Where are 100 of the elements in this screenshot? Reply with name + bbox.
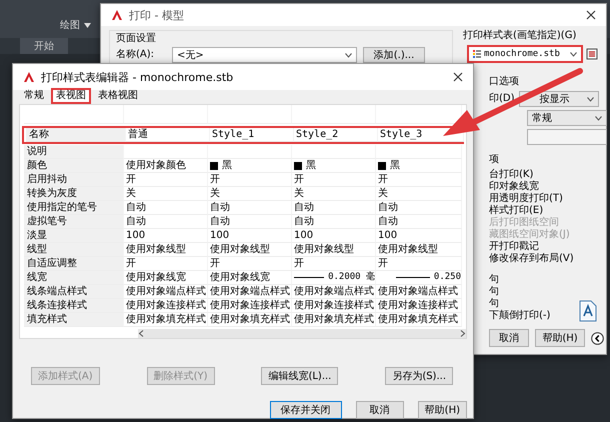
table-cell: 100 <box>124 229 208 243</box>
table-cell: 自动 <box>292 201 376 215</box>
table-cell: 开 <box>292 257 376 271</box>
option-label[interactable]: 印对象线宽 <box>489 181 607 193</box>
dialog-title: 打印 - 模型 <box>129 8 184 22</box>
option-label[interactable]: 修改保存到布局(V) <box>489 253 607 265</box>
column-header: Style_1 <box>210 128 294 142</box>
table-cell: 使用对象颜色 <box>124 159 208 173</box>
table-cell: 开 <box>376 257 462 271</box>
group-title: 项 <box>489 154 500 166</box>
footer-button[interactable]: 取消 <box>356 401 404 419</box>
row-label: 填充样式 <box>24 313 124 327</box>
table-cell: 使用对象线型 <box>292 243 376 257</box>
action-button[interactable]: 另存为(S)... <box>385 367 453 385</box>
row-label: 转换为灰度 <box>24 187 124 201</box>
group-title: 打印样式表(画笔指定)(G) <box>463 30 578 42</box>
table-cell: 使用对象填充样式 <box>376 313 462 327</box>
orientation-label[interactable]: 下颠倒打印(-) <box>489 310 550 322</box>
page-setup-dropdown[interactable]: <无> <box>172 47 357 63</box>
footer-button[interactable]: 保存并关闭 <box>270 401 342 419</box>
line-sample-icon <box>396 276 430 279</box>
table-cell: 开 <box>208 173 292 187</box>
table-cell: 使用对象连接样式 <box>208 299 292 313</box>
style-table-dropdown[interactable]: monochrome.stb <box>468 46 582 62</box>
row-label: 线型 <box>24 243 124 257</box>
table-cell: 使用对象填充样式 <box>124 313 208 327</box>
add-button[interactable]: 添加(.)... <box>363 47 425 63</box>
field-label: 名称(A): <box>116 49 156 61</box>
table-cell: 使用对象连接样式 <box>376 299 462 313</box>
collapse-icon[interactable] <box>591 332 604 344</box>
table-cell: 使用对象端点样式 <box>208 285 292 299</box>
caret-icon[interactable] <box>84 23 91 28</box>
document-icon <box>579 300 597 322</box>
table-cell: 使用对象端点样式 <box>124 285 208 299</box>
row-label: 线条端点样式 <box>24 285 124 299</box>
table-cell: 使用对象线型 <box>208 243 292 257</box>
dialog-button[interactable]: 取消 <box>489 329 529 347</box>
table-cell: 使用对象线宽 <box>124 271 208 285</box>
table-cell: 自动 <box>376 201 462 215</box>
row-label: 说明 <box>24 145 124 159</box>
table-cell: 开 <box>124 257 208 271</box>
close-icon[interactable] <box>586 10 596 20</box>
table-cell: 自动 <box>208 201 292 215</box>
cell-text: 0.250 <box>434 271 461 284</box>
close-icon[interactable] <box>453 72 463 82</box>
edit-table-icon[interactable] <box>586 48 598 60</box>
color-swatch-icon <box>294 162 302 170</box>
table-cell: 开 <box>292 173 376 187</box>
table-cell: 100 <box>292 229 376 243</box>
table-cell: 自动 <box>292 215 376 229</box>
group-title: 页面设置 <box>116 33 157 45</box>
scroll-left-icon[interactable] <box>138 330 144 337</box>
cell-text: 黑 <box>222 159 232 172</box>
table-cell: 使用对象填充样式 <box>292 313 376 327</box>
option-label[interactable]: 台打印(K) <box>489 169 607 181</box>
option-label[interactable]: 用透明度打印(T) <box>489 193 607 205</box>
scroll-right-icon[interactable] <box>460 330 466 337</box>
table-cell: 100 <box>376 229 462 243</box>
cell-text: 黑 <box>390 159 400 172</box>
ribbon-label[interactable]: 绘图 <box>60 18 80 32</box>
caret-icon <box>570 52 577 56</box>
dpi-field[interactable] <box>527 129 607 145</box>
color-swatch-icon <box>378 162 386 170</box>
table-cell: 开 <box>208 257 292 271</box>
dialog-title: 打印样式表编辑器 - monochrome.stb <box>41 70 234 84</box>
tab[interactable]: 表格视图 <box>93 88 143 104</box>
table-cell: 使用对象线型 <box>376 243 462 257</box>
file-tab[interactable]: 开始 <box>20 38 68 54</box>
caret-icon <box>595 116 602 120</box>
row-label: 淡显 <box>24 229 124 243</box>
table-cell: 使用对象线型 <box>124 243 208 257</box>
row-label: 使用指定的笔号 <box>24 201 124 215</box>
pen-table-icon <box>473 50 481 58</box>
action-button[interactable]: 编辑线宽(L)... <box>261 367 338 385</box>
tab[interactable]: 常规 <box>19 88 49 104</box>
table-cell: 使用对象端点样式 <box>376 285 462 299</box>
option-label[interactable]: 开打印戳记 <box>489 241 607 253</box>
table-cell: 自动 <box>376 215 462 229</box>
table-cell: 使用对象端点样式 <box>292 285 376 299</box>
tab[interactable]: 表视图 <box>51 88 91 104</box>
table-cell: 关 <box>208 187 292 201</box>
option-label[interactable]: 样式打印(E) <box>489 205 607 217</box>
footer-button[interactable]: 帮助(H) <box>418 401 467 419</box>
table-cell: 使用对象连接样式 <box>124 299 208 313</box>
horizontal-scrollbar[interactable] <box>138 329 466 338</box>
row-label: 线条连接样式 <box>24 299 124 313</box>
orientation-label[interactable]: 句 <box>489 286 550 298</box>
table-cell: 使用对象线宽 <box>208 271 292 285</box>
dialog-button[interactable]: 帮助(H) <box>535 329 585 347</box>
row-label: 线宽 <box>24 271 124 285</box>
table-cell: 自动 <box>124 215 208 229</box>
table-cell: 开 <box>124 173 208 187</box>
orientation-label[interactable]: 句 <box>489 274 550 286</box>
table-cell: 100 <box>208 229 292 243</box>
group-title: 口选项 <box>489 76 520 88</box>
orientation-label[interactable]: 句 <box>489 298 550 310</box>
column-header: 普通 <box>126 128 210 142</box>
table-cell: 开 <box>376 173 462 187</box>
table-cell: 关 <box>376 187 462 201</box>
quality-dropdown[interactable]: 常规 <box>527 110 607 126</box>
